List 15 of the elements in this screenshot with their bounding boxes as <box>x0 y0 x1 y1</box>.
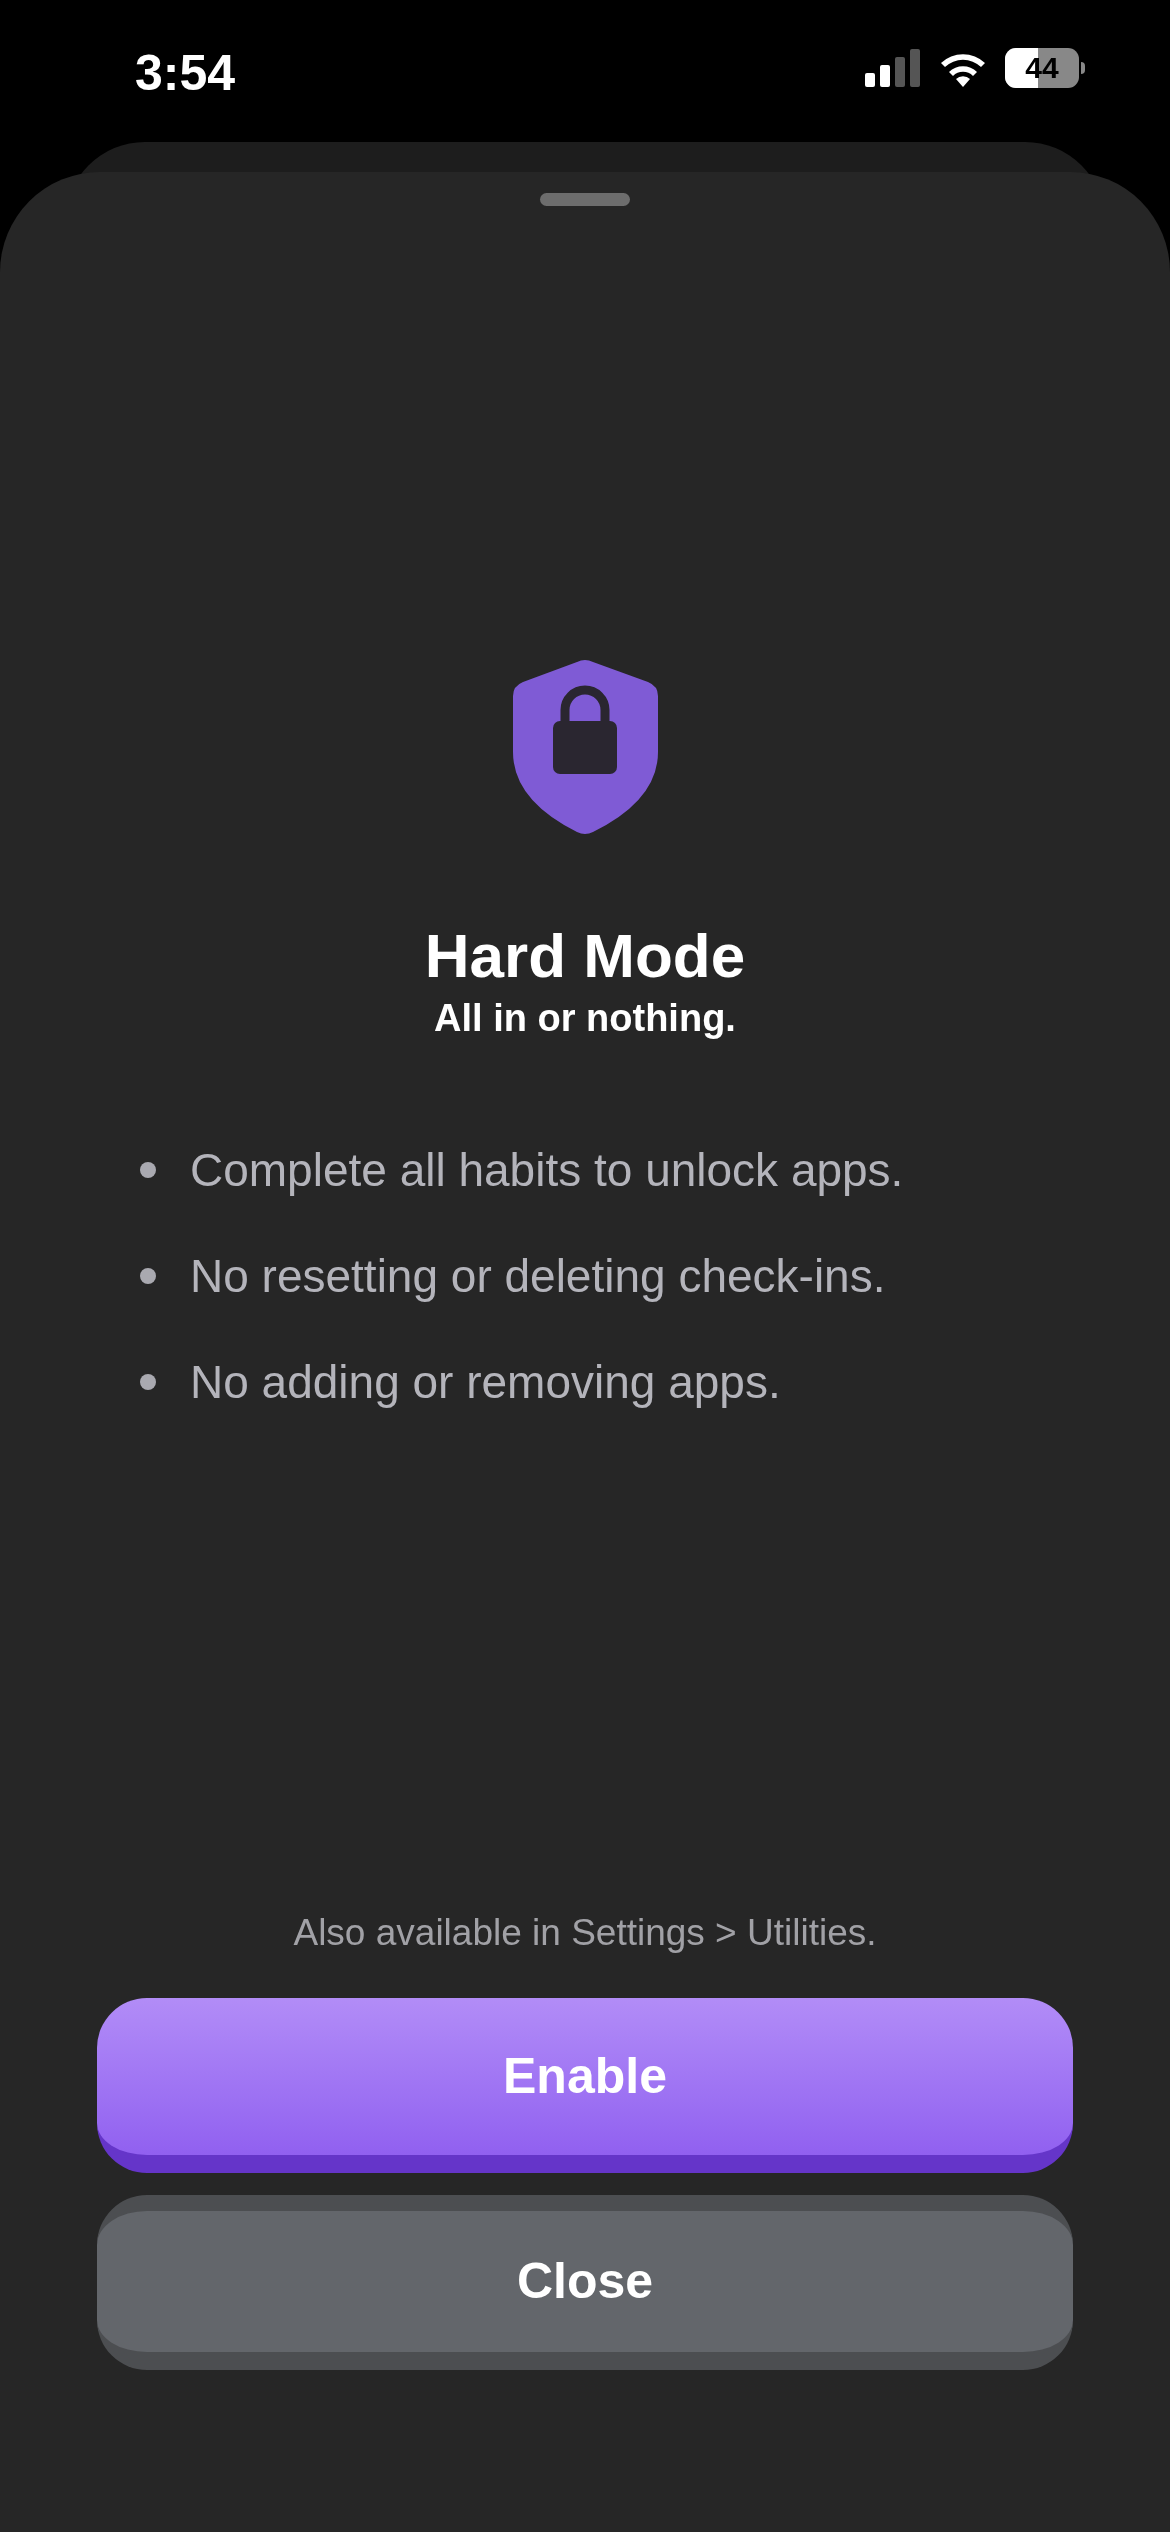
enable-button[interactable]: Enable <box>97 1998 1073 2173</box>
bullet-icon <box>140 1374 156 1390</box>
availability-note: Also available in Settings > Utilities. <box>293 1910 877 1955</box>
sheet-title: Hard Mode <box>424 920 746 992</box>
rule-text: Complete all habits to unlock apps. <box>190 1143 904 1198</box>
bullet-icon <box>140 1268 156 1284</box>
status-time: 3:54 <box>135 48 236 98</box>
drag-handle[interactable] <box>540 193 630 206</box>
shield-lock-icon <box>512 660 658 835</box>
rule-text: No resetting or deleting check-ins. <box>190 1249 886 1304</box>
bullet-icon <box>140 1162 156 1178</box>
rule-text: No adding or removing apps. <box>190 1355 781 1410</box>
sheet-subtitle: All in or nothing. <box>434 995 736 1041</box>
signal-icon <box>865 49 921 87</box>
close-button[interactable]: Close <box>97 2195 1073 2370</box>
